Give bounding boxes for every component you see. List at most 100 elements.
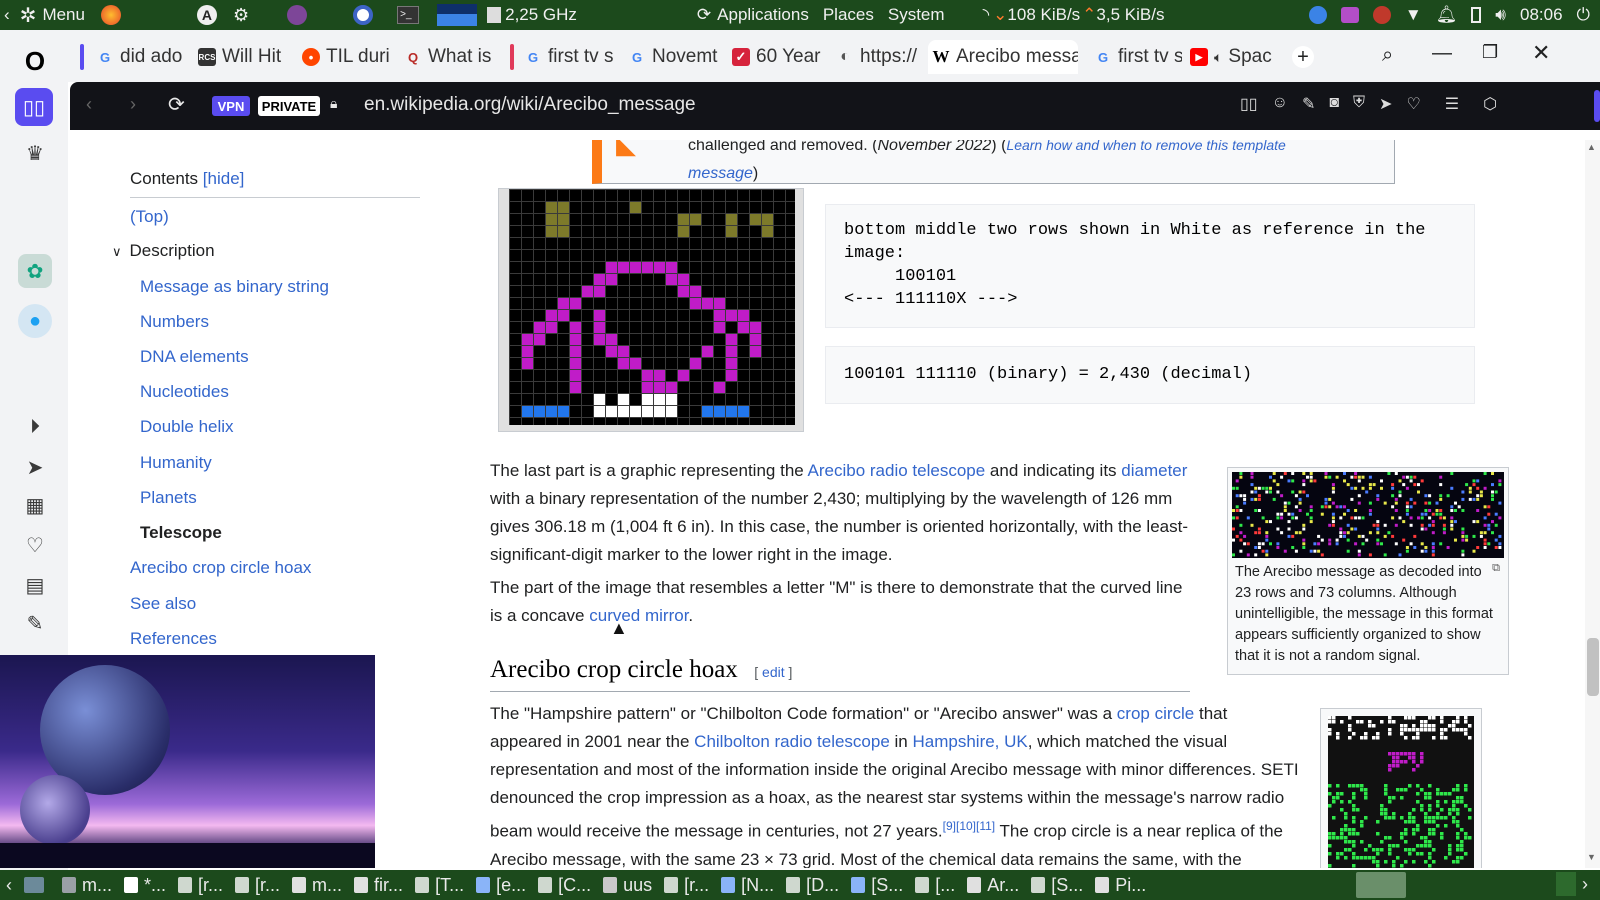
launcher-opera[interactable] bbox=[353, 5, 379, 25]
learn-remove-link[interactable]: Learn how and when to remove this templa… bbox=[1006, 140, 1285, 153]
show-desktop-button[interactable] bbox=[18, 870, 56, 900]
tab-first-tv-2[interactable]: Gfirst tv s bbox=[1090, 40, 1182, 74]
menu-system[interactable]: System bbox=[888, 5, 945, 25]
menu-places[interactable]: Places bbox=[823, 5, 874, 25]
send-icon[interactable]: ➤ bbox=[1379, 94, 1392, 114]
message-link[interactable]: message bbox=[688, 165, 753, 182]
decoded-message-image[interactable] bbox=[1232, 472, 1504, 558]
launcher-a[interactable]: A bbox=[196, 5, 223, 25]
toc-item-planets[interactable]: Planets bbox=[140, 488, 197, 508]
link-crop-circle[interactable]: crop circle bbox=[1117, 704, 1194, 723]
page-scrollbar[interactable]: ▲ ▼ bbox=[1585, 140, 1600, 868]
taskbar-item[interactable]: m... bbox=[286, 870, 348, 900]
clock[interactable]: 08:06 bbox=[1520, 5, 1563, 25]
tab-60-year[interactable]: ✓ 60 Year bbox=[728, 40, 828, 74]
scroll-up-arrow-icon[interactable]: ▲ bbox=[1587, 142, 1596, 152]
taskbar-item[interactable]: [r... bbox=[229, 870, 286, 900]
close-window-button[interactable]: ✕ bbox=[1532, 40, 1550, 66]
cube-icon[interactable]: ⬡ bbox=[1483, 94, 1497, 114]
battery-icon[interactable] bbox=[1471, 7, 1482, 23]
search-tabs-icon[interactable]: ⌕ bbox=[1382, 44, 1393, 67]
vpn-badge[interactable]: VPN bbox=[212, 96, 250, 116]
taskbar-scroll-right[interactable]: › bbox=[1582, 874, 1588, 895]
menu-applications[interactable]: ⟳ Applications bbox=[697, 5, 809, 25]
chatgpt-icon[interactable]: ✿ bbox=[18, 254, 52, 288]
link-arecibo-radio-telescope[interactable]: Arecibo radio telescope bbox=[808, 461, 986, 480]
taskbar-item[interactable]: *... bbox=[118, 870, 172, 900]
maximize-button[interactable]: ❐ bbox=[1482, 42, 1498, 63]
tab-space[interactable]: ▶ 🔈︎ Spac bbox=[1186, 40, 1286, 74]
toc-item-binary-string[interactable]: Message as binary string bbox=[140, 277, 329, 297]
tab-https[interactable]: ◐ https:// bbox=[832, 40, 928, 74]
volume-icon[interactable]: 🔊︎ bbox=[1495, 5, 1506, 25]
launcher-settings[interactable]: ⚙ bbox=[233, 5, 249, 26]
reader-icon[interactable]: ▯▯ bbox=[1240, 94, 1258, 114]
taskbar-item[interactable]: [r... bbox=[172, 870, 229, 900]
tab-til-duri[interactable]: • TIL duri bbox=[298, 40, 394, 74]
reference-links[interactable]: [9][10][11] bbox=[943, 819, 995, 833]
qbittorrent-icon[interactable] bbox=[1308, 6, 1327, 24]
taskbar-item[interactable]: m... bbox=[56, 870, 118, 900]
tab-first-tv-1[interactable]: Gfirst tv s bbox=[520, 40, 620, 74]
tab-arecibo-message[interactable]: W Arecibo messa bbox=[928, 40, 1078, 74]
toc-top[interactable]: (Top) bbox=[130, 207, 169, 227]
panel-scroll-left[interactable]: ‹ bbox=[4, 5, 10, 25]
taskbar-item[interactable]: [r... bbox=[658, 870, 715, 900]
toc-item-double-helix[interactable]: Double helix bbox=[140, 417, 234, 437]
toc-references[interactable]: References bbox=[130, 629, 217, 649]
pin-board-icon[interactable]: ✎ bbox=[18, 606, 52, 640]
network-icon[interactable]: ▼ bbox=[1405, 5, 1422, 25]
sidebar-handle[interactable] bbox=[1594, 90, 1600, 122]
taskbar-item[interactable]: Pi... bbox=[1089, 870, 1152, 900]
shield-icon[interactable]: ⛨ bbox=[1353, 94, 1365, 114]
lock-icon[interactable]: 🔒︎ bbox=[330, 95, 337, 112]
toc-item-dna[interactable]: DNA elements bbox=[140, 347, 249, 367]
taskbar-item[interactable]: Ar... bbox=[961, 870, 1025, 900]
notifications-icon[interactable]: 🔔︎ bbox=[1436, 5, 1458, 25]
toc-hide-link[interactable]: [hide] bbox=[203, 169, 245, 188]
link-chilbolton[interactable]: Chilbolton radio telescope bbox=[694, 732, 890, 751]
link-diameter[interactable]: diameter bbox=[1121, 461, 1187, 480]
tab-did-ado[interactable]: Gdid ado bbox=[92, 40, 188, 74]
toc-item-nucleotides[interactable]: Nucleotides bbox=[140, 382, 229, 402]
back-button[interactable]: ‹ bbox=[86, 94, 92, 115]
heart-icon[interactable]: ♡ bbox=[1406, 94, 1420, 114]
crown-icon[interactable]: ♛ bbox=[18, 136, 52, 170]
taskbar-item[interactable]: [D... bbox=[780, 870, 845, 900]
twitter-icon[interactable]: ● bbox=[18, 304, 52, 338]
player-icon[interactable]: ⏵ bbox=[18, 410, 52, 444]
scroll-down-arrow-icon[interactable]: ▼ bbox=[1587, 852, 1596, 862]
taskbar-item[interactable]: [S... bbox=[845, 870, 909, 900]
menu-button[interactable]: ✲ Menu bbox=[20, 3, 85, 28]
toc-description[interactable]: ∨ Description bbox=[112, 241, 215, 261]
toc-crop-circle[interactable]: Arecibo crop circle hoax bbox=[130, 558, 311, 578]
tab-november[interactable]: G Novemt bbox=[624, 40, 724, 74]
tab-what-is[interactable]: Q What is bbox=[400, 40, 496, 74]
taskbar-scroll-left[interactable]: ‹ bbox=[0, 870, 18, 900]
heart-icon[interactable]: ♡ bbox=[18, 528, 52, 562]
record-icon[interactable] bbox=[1372, 6, 1391, 24]
camera-icon[interactable]: ◙ bbox=[1329, 94, 1339, 114]
reload-button[interactable]: ⟳ bbox=[168, 92, 185, 117]
taskbar-item[interactable]: [T... bbox=[409, 870, 470, 900]
taskbar-item[interactable]: [C... bbox=[532, 870, 597, 900]
toc-see-also[interactable]: See also bbox=[130, 594, 196, 614]
taskbar-item[interactable]: uus bbox=[597, 870, 658, 900]
taskbar-item[interactable]: [N... bbox=[715, 870, 780, 900]
launcher-tor[interactable] bbox=[287, 5, 313, 25]
edit-link[interactable]: edit bbox=[762, 664, 785, 680]
url-field[interactable]: en.wikipedia.org/wiki/Arecibo_message bbox=[364, 94, 696, 116]
taskbar-item[interactable]: [... bbox=[909, 870, 961, 900]
emoji-icon[interactable]: ☺ bbox=[1272, 94, 1288, 114]
link-curved-mirror[interactable]: curved mirror bbox=[589, 606, 688, 625]
easy-setup-icon[interactable]: ☰ bbox=[1445, 94, 1459, 114]
workspace-icon[interactable]: ▯▯ bbox=[15, 88, 53, 126]
new-tab-button[interactable]: + bbox=[1292, 46, 1314, 68]
send-icon[interactable]: ➤ bbox=[18, 450, 52, 484]
trash-icon[interactable] bbox=[1556, 872, 1576, 896]
forward-button[interactable]: › bbox=[130, 94, 136, 115]
taskbar-item[interactable]: [S... bbox=[1025, 870, 1089, 900]
scrollbar-thumb[interactable] bbox=[1587, 638, 1599, 696]
opera-logo-icon[interactable]: O bbox=[18, 44, 52, 78]
launcher-terminal[interactable]: >_ bbox=[397, 6, 420, 24]
